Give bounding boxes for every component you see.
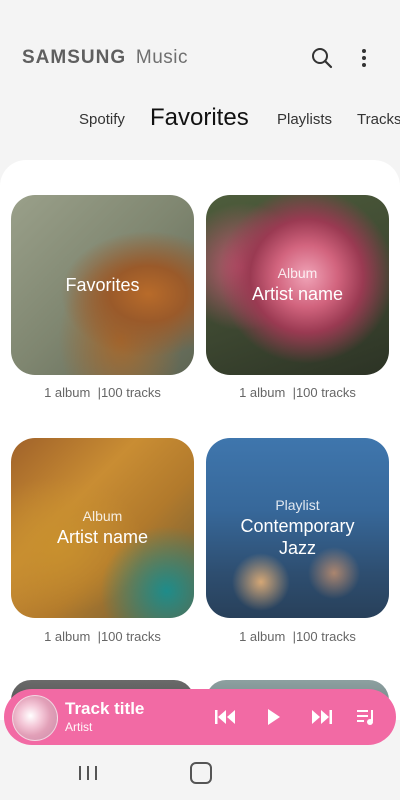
more-vertical-icon[interactable] [350, 44, 378, 72]
brand-name: SAMSUNG [22, 47, 127, 68]
card-title: Contemporary Jazz [240, 516, 355, 558]
queue-icon[interactable] [354, 704, 380, 730]
card-meta: 1 album |100 tracks [44, 385, 161, 400]
tab-spotify[interactable]: Spotify [79, 111, 125, 128]
tab-playlists[interactable]: Playlists [277, 111, 332, 128]
card-meta: 1 album |100 tracks [44, 629, 161, 644]
card-title: Artist name [251, 284, 344, 304]
playlist-card[interactable]: Playlist Contemporary Jazz [206, 438, 389, 618]
card-subtitle: Playlist [275, 497, 320, 513]
card-title: Favorites [65, 275, 140, 295]
favorites-card[interactable]: Favorites [11, 195, 194, 375]
mini-player[interactable]: Track title Artist [4, 689, 396, 745]
previous-icon[interactable] [213, 704, 239, 730]
app-header: SAMSUNG Music [0, 0, 400, 100]
track-title[interactable]: Track title [65, 699, 144, 719]
card-subtitle: Album [277, 265, 318, 281]
track-artist: Artist [65, 720, 93, 734]
card-title: Artist name [56, 527, 149, 547]
app-name: Music [135, 47, 189, 68]
card-meta: 1 album |100 tracks [239, 629, 356, 644]
tab-tracks[interactable]: Tracks [357, 111, 400, 128]
content-sheet: Favorites 1 album |100 tracks Album Arti… [0, 160, 400, 720]
card-meta: 1 album |100 tracks [239, 385, 356, 400]
search-icon[interactable] [308, 44, 336, 72]
next-icon[interactable] [308, 704, 334, 730]
tab-bar: Spotify Favorites Playlists Tracks [0, 102, 400, 142]
system-nav-bar [0, 748, 400, 800]
home-icon[interactable] [190, 762, 212, 784]
recent-apps-icon[interactable] [79, 766, 97, 780]
app-logo: SAMSUNG Music [22, 47, 188, 69]
play-icon[interactable] [261, 704, 287, 730]
album-card[interactable]: Album Artist name [206, 195, 389, 375]
tab-favorites[interactable]: Favorites [150, 104, 249, 132]
album-art[interactable] [12, 695, 58, 741]
album-card[interactable]: Album Artist name [11, 438, 194, 618]
card-subtitle: Album [82, 508, 123, 524]
